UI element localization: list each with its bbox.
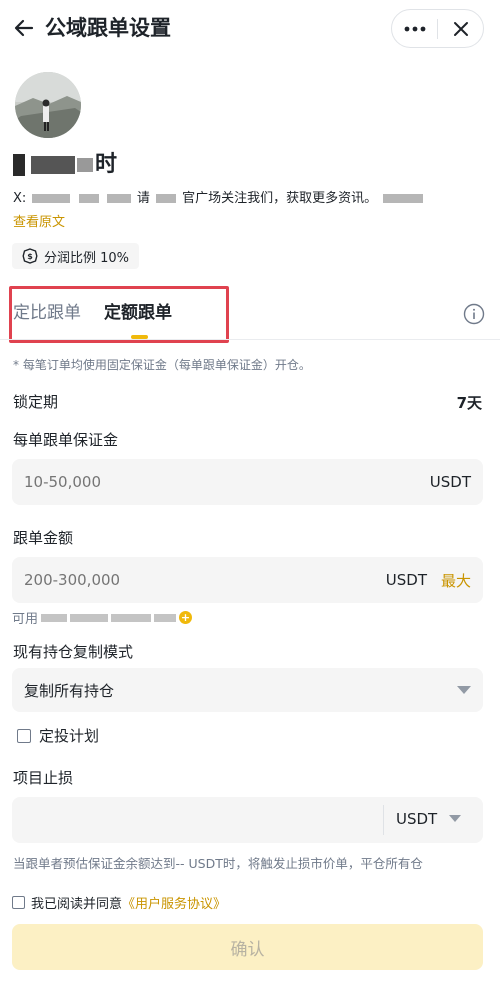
name-text: 时 — [95, 152, 118, 177]
stop-loss-unit-select[interactable]: USDT — [396, 810, 462, 828]
available-balance: 可用 + — [12, 608, 193, 627]
balance-redacted — [111, 613, 152, 622]
tab-ratio-copy[interactable]: 定比跟单 — [13, 301, 81, 325]
dca-checkbox[interactable] — [17, 729, 31, 743]
share-ratio-badge: $ 分润比例 10% — [12, 243, 140, 269]
agree-checkbox[interactable] — [12, 896, 25, 909]
add-funds-icon[interactable]: + — [179, 611, 193, 624]
bio-mid2: 官广场关注我们，获取更多资讯。 — [182, 191, 378, 206]
balance-redacted — [70, 613, 109, 622]
available-label: 可用 — [12, 612, 39, 627]
bio-text: X: 请 官广场关注我们，获取更多资讯。 — [13, 190, 453, 208]
trader-name: 时 — [13, 150, 117, 180]
name-redacted — [77, 158, 93, 172]
balance-redacted — [154, 613, 177, 622]
stop-loss-label: 项目止损 — [13, 769, 74, 787]
copy-mode-label: 现有持仓复制模式 — [13, 643, 134, 661]
agreement-row: 我已阅读并同意 《用户服务协议》 — [12, 893, 226, 912]
copy-amount-unit: USDT — [385, 571, 427, 589]
profit-share-icon: $ — [22, 248, 38, 264]
back-button[interactable] — [8, 12, 40, 44]
balance-redacted — [41, 613, 68, 622]
tabs-divider — [0, 339, 500, 340]
bio-redacted — [78, 194, 99, 203]
margin-per-order-field[interactable]: USDT — [12, 459, 483, 505]
page-title: 公域跟单设置 — [45, 16, 171, 40]
dca-label: 定投计划 — [39, 727, 100, 745]
name-redacted — [31, 156, 75, 174]
name-redacted — [13, 154, 25, 176]
max-button[interactable]: 最大 — [441, 570, 471, 591]
stop-loss-note: 当跟单者预估保证金余额达到-- USDT时，将触发止损市价单，平仓所有仓 — [13, 856, 423, 871]
agree-text: 我已阅读并同意 — [31, 897, 123, 912]
copy-amount-field[interactable]: USDT 最大 — [12, 557, 483, 603]
copy-amount-label: 跟单金额 — [13, 529, 74, 547]
tab-fixed-copy[interactable]: 定额跟单 — [104, 301, 172, 325]
copy-mode-value: 复制所有持仓 — [24, 681, 115, 700]
margin-unit: USDT — [429, 473, 471, 491]
caret-down-icon — [449, 815, 462, 822]
dca-plan-toggle[interactable]: 定投计划 — [17, 726, 99, 746]
copy-mode-select[interactable]: 复制所有持仓 — [12, 668, 483, 712]
more-button[interactable] — [392, 10, 437, 47]
bio-redacted — [32, 194, 71, 203]
close-icon — [453, 21, 468, 36]
caret-down-icon — [457, 685, 471, 694]
stop-loss-divider — [383, 805, 384, 835]
info-button[interactable] — [463, 303, 485, 325]
avatar — [15, 72, 81, 138]
arrow-left-icon — [14, 19, 34, 37]
fixed-margin-note: * 每笔订单均使用固定保证金（每单跟单保证金）开仓。 — [13, 358, 311, 372]
svg-text:$: $ — [27, 252, 33, 261]
bio-redacted — [106, 194, 131, 203]
bio-redacted — [156, 194, 177, 203]
margin-per-order-input[interactable] — [24, 473, 430, 491]
avatar-photo — [15, 72, 81, 138]
view-original-link[interactable]: 查看原文 — [13, 214, 65, 232]
user-agreement-link[interactable]: 《用户服务协议》 — [122, 893, 226, 912]
share-ratio-text: 分润比例 10% — [44, 250, 130, 266]
header-action-pill — [391, 9, 484, 48]
copy-amount-input[interactable] — [24, 571, 386, 589]
margin-per-order-label: 每单跟单保证金 — [13, 431, 119, 449]
stop-loss-unit: USDT — [396, 810, 438, 828]
lock-period-label: 锁定期 — [13, 393, 59, 411]
close-button[interactable] — [438, 10, 483, 47]
confirm-button[interactable]: 确认 — [12, 924, 483, 970]
info-icon — [463, 303, 485, 325]
bio-redacted — [383, 194, 424, 203]
bio-prefix: X: — [13, 191, 27, 206]
more-dots-icon — [404, 26, 425, 31]
lock-period-value: 7天 — [456, 394, 482, 412]
bio-mid: 请 — [136, 191, 150, 206]
